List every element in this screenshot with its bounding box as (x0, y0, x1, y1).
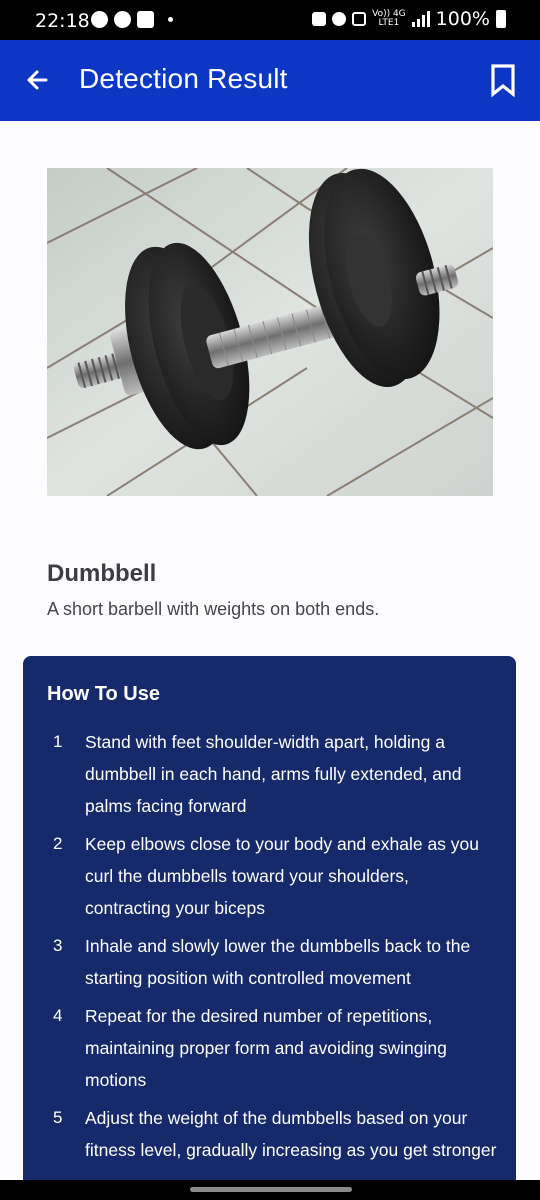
step-item: 2 Keep elbows close to your body and exh… (47, 828, 497, 924)
step-number: 2 (53, 834, 63, 853)
notification-icons (91, 11, 173, 28)
whatsapp-icon (91, 11, 108, 28)
lock-icon (312, 12, 327, 26)
signal-icon (411, 11, 430, 27)
step-number: 3 (53, 936, 63, 955)
dumbbell-photo (47, 168, 493, 496)
system-icons: Vo)) 4G LTE1 100% (312, 8, 506, 30)
gallery-icon (137, 11, 154, 28)
how-to-use-title: How To Use (47, 683, 160, 705)
step-text: Keep elbows close to your body and exhal… (85, 834, 480, 918)
step-item: 3 Inhale and slowly lower the dumbbells … (47, 930, 497, 994)
navigation-bar (0, 1180, 540, 1200)
step-number: 5 (53, 1108, 63, 1127)
step-number: 4 (53, 1006, 63, 1025)
steps-list: 1 Stand with feet shoulder-width apart, … (47, 726, 497, 1172)
step-text: Repeat for the desired number of repetit… (85, 1006, 447, 1090)
line-icon (114, 11, 131, 28)
detected-item-description: A short barbell with weights on both end… (47, 599, 380, 619)
step-text: Adjust the weight of the dumbbells based… (85, 1108, 497, 1160)
more-notifications-dot-icon (168, 17, 173, 22)
app-bar: Detection Result (0, 40, 540, 121)
step-item: 4 Repeat for the desired number of repet… (47, 1000, 497, 1096)
mute-icon (352, 12, 367, 26)
arrow-left-icon (27, 70, 48, 90)
how-to-use-card: How To Use 1 Stand with feet shoulder-wi… (23, 656, 516, 1200)
status-time: 22:18 (35, 10, 90, 32)
bookmark-outline-icon (491, 64, 515, 98)
detected-item-name: Dumbbell (47, 560, 157, 587)
step-item: 1 Stand with feet shoulder-width apart, … (47, 726, 497, 822)
detected-image (47, 168, 493, 496)
step-item: 5 Adjust the weight of the dumbbells bas… (47, 1102, 497, 1166)
home-indicator[interactable] (190, 1187, 352, 1192)
network-label: Vo)) 4G LTE1 (372, 9, 406, 28)
page-title: Detection Result (79, 63, 288, 94)
battery-icon (496, 10, 506, 28)
alarm-icon (332, 12, 347, 26)
battery-percent: 100% (435, 8, 490, 30)
step-number: 1 (53, 732, 63, 751)
bookmark-button[interactable] (488, 62, 518, 98)
back-button[interactable] (20, 62, 56, 98)
step-text: Inhale and slowly lower the dumbbells ba… (85, 936, 471, 988)
step-text: Stand with feet shoulder-width apart, ho… (85, 732, 462, 816)
status-bar: 22:18 Vo)) 4G LTE1 100% (0, 0, 540, 40)
